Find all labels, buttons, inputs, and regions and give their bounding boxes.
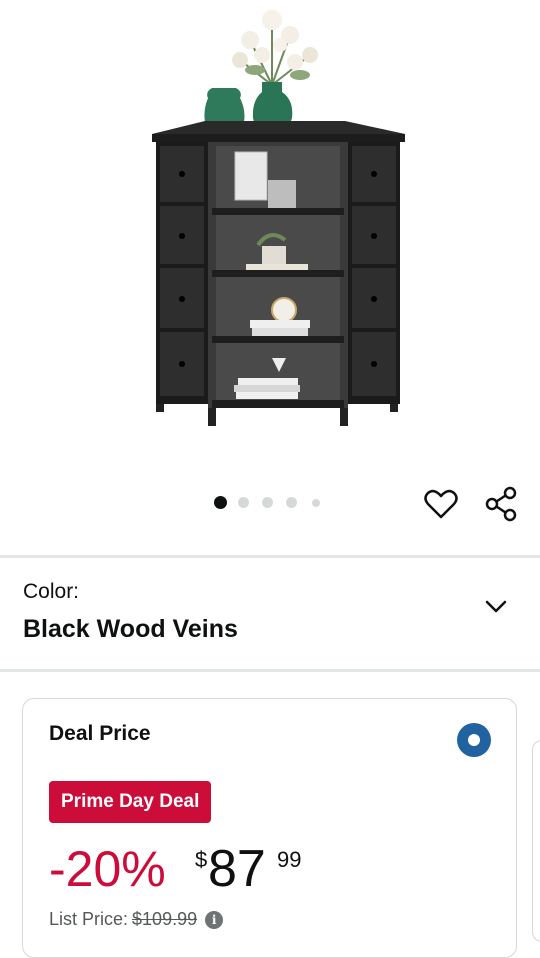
heart-icon (424, 489, 458, 519)
product-image[interactable] (0, 0, 540, 470)
list-price-value: $109.99 (132, 909, 198, 929)
chevron-down-icon[interactable] (482, 594, 510, 618)
share-icon (485, 486, 517, 522)
divider (0, 555, 540, 558)
share-button[interactable] (485, 486, 519, 525)
carousel-dot[interactable] (262, 497, 273, 508)
color-value: Black Wood Veins (23, 615, 238, 643)
flower-bouquet (232, 10, 318, 86)
image-carousel-indicator[interactable] (214, 496, 320, 509)
discount-percent: -20% (49, 841, 166, 897)
carousel-dot[interactable] (238, 497, 249, 508)
price-currency: $ (195, 847, 208, 872)
deal-price-option[interactable]: Deal Price Prime Day Deal -20% $ 87 99 L… (22, 698, 517, 958)
carousel-dot[interactable] (312, 498, 320, 507)
wishlist-heart-button[interactable] (424, 488, 458, 523)
price-fraction: 99 (277, 847, 302, 872)
carousel-dot[interactable] (286, 497, 297, 508)
divider (0, 669, 540, 672)
list-price-label: List Price: (49, 909, 129, 929)
carousel-dot-active[interactable] (214, 496, 227, 509)
list-price: List Price: $109.99 i (49, 909, 224, 930)
info-icon[interactable]: i (205, 910, 224, 929)
color-label: Color: (23, 580, 80, 603)
next-option-card[interactable] (532, 740, 540, 942)
price-whole: 87 (208, 840, 266, 898)
deal-price-title: Deal Price (49, 722, 151, 745)
prime-day-deal-badge: Prime Day Deal (49, 781, 212, 823)
deal-radio-selected[interactable] (457, 723, 491, 757)
